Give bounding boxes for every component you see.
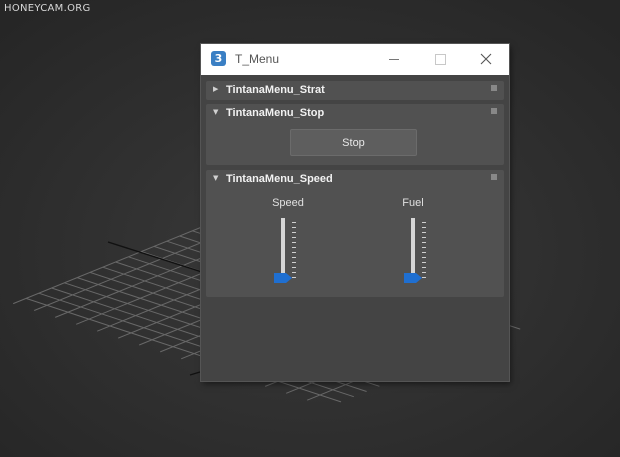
rollout-strat-header[interactable]: ▶ TintanaMenu_Strat [206, 81, 504, 100]
rollout-stop: ▼ TintanaMenu_Stop Stop [206, 104, 504, 165]
slider-track [411, 218, 415, 278]
close-button[interactable] [463, 44, 509, 75]
rollout-strat-title: TintanaMenu_Strat [226, 84, 325, 96]
stop-button[interactable]: Stop [290, 129, 417, 156]
window-title: T_Menu [235, 52, 280, 66]
grip-icon[interactable] [491, 174, 497, 180]
expanded-arrow-icon: ▼ [213, 174, 219, 182]
slider-ticks [422, 222, 426, 278]
speed-slider-label: Speed [272, 197, 304, 209]
minimize-icon [389, 59, 399, 60]
close-icon [480, 53, 492, 65]
slider-ticks [292, 222, 296, 278]
expanded-arrow-icon: ▼ [213, 108, 219, 116]
fuel-slider[interactable] [400, 218, 440, 286]
t-menu-window: 3 T_Menu ▶ TintanaMenu_Strat ▼ TintanaMe… [201, 44, 509, 381]
slider-track [281, 218, 285, 278]
rollout-speed-header[interactable]: ▼ TintanaMenu_Speed [206, 170, 504, 189]
rollout-strat: ▶ TintanaMenu_Strat [206, 81, 504, 100]
slider-thumb[interactable] [404, 273, 422, 283]
speed-slider[interactable] [270, 218, 310, 286]
slider-thumb[interactable] [274, 273, 292, 283]
rollout-stop-title: TintanaMenu_Stop [226, 107, 325, 119]
grip-icon[interactable] [491, 85, 497, 91]
maximize-button[interactable] [417, 44, 463, 75]
title-bar[interactable]: 3 T_Menu [201, 44, 509, 75]
grip-icon[interactable] [491, 108, 497, 114]
fuel-slider-label: Fuel [402, 197, 424, 209]
rollout-speed: ▼ TintanaMenu_Speed Speed Fuel [206, 170, 504, 297]
collapsed-arrow-icon: ▶ [213, 85, 219, 93]
minimize-button[interactable] [371, 44, 417, 75]
app-icon: 3 [211, 51, 226, 66]
rollout-speed-title: TintanaMenu_Speed [226, 173, 333, 185]
watermark: HONEYCAM.ORG [4, 3, 91, 14]
maximize-icon [435, 54, 446, 65]
rollout-stop-header[interactable]: ▼ TintanaMenu_Stop [206, 104, 504, 123]
